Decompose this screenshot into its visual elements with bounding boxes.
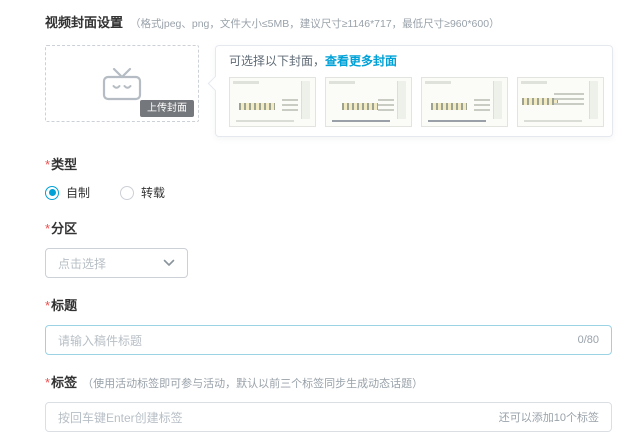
thumbnail-detail: [239, 103, 275, 110]
thumbnail-detail: [378, 99, 394, 111]
cover-thumbnail[interactable]: [421, 77, 508, 127]
radio-icon[interactable]: [45, 186, 59, 200]
radio-label: 转载: [141, 184, 165, 201]
cover-thumbnail[interactable]: [517, 77, 604, 127]
thumbnail-detail: [236, 120, 294, 122]
radio-label: 自制: [66, 184, 90, 201]
radio-icon[interactable]: [120, 186, 134, 200]
required-mark: *: [45, 157, 50, 172]
cover-thumbnail[interactable]: [229, 77, 316, 127]
thumbnail-detail: [474, 99, 490, 111]
cover-settings-title: 视频封面设置: [45, 12, 123, 31]
tags-input[interactable]: 按回车键Enter创建标签 还可以添加10个标签: [45, 402, 612, 432]
title-input-placeholder: 请输入稿件标题: [58, 332, 142, 349]
type-radio-option[interactable]: 转载: [120, 184, 165, 201]
cover-format-note: （格式jpeg、png，文件大小≤5MB，建议尺寸≥1146*717，最低尺寸≥…: [130, 16, 500, 31]
title-field-label: *标题: [45, 295, 612, 314]
thumbnail-detail: [522, 98, 558, 105]
tags-label-text: 标签: [51, 375, 77, 390]
upload-cover-button[interactable]: 上传封面: [140, 100, 194, 117]
tags-remaining-note: 还可以添加10个标签: [499, 409, 599, 425]
type-radio-group: 自制 转载: [45, 184, 612, 201]
category-select-placeholder: 点击选择: [58, 255, 106, 272]
cover-picker-text: 可选择以下封面，查看更多封面: [229, 53, 604, 69]
tv-icon: [99, 66, 145, 102]
video-submit-page: 视频封面设置 （格式jpeg、png，文件大小≤5MB，建议尺寸≥1146*71…: [0, 0, 640, 447]
cover-section: 上传封面 可选择以下封面，查看更多封面: [45, 45, 612, 137]
thumbnail-detail: [554, 93, 584, 105]
category-label-text: 分区: [51, 221, 77, 236]
required-mark: *: [45, 298, 50, 313]
title-char-counter: 0/80: [578, 334, 599, 346]
thumbnail-detail: [431, 103, 467, 110]
type-field-label: *类型: [45, 154, 612, 173]
tags-input-placeholder: 按回车键Enter创建标签: [58, 409, 183, 426]
cover-thumbnail[interactable]: [325, 77, 412, 127]
category-select[interactable]: 点击选择: [45, 248, 188, 278]
category-field-label: *分区: [45, 218, 612, 237]
cover-thumbnail-strip: [229, 77, 604, 127]
thumbnail-detail: [282, 99, 298, 111]
thumbnail-detail: [428, 120, 486, 122]
cover-picker-bubble: 可选择以下封面，查看更多封面: [215, 45, 613, 137]
tags-label-note: （使用活动标签即可参与活动，默认以前三个标签同步生成动态话题）: [82, 378, 423, 390]
thumbnail-detail: [332, 120, 390, 122]
required-mark: *: [45, 221, 50, 236]
type-radio-option[interactable]: 自制: [45, 184, 90, 201]
chevron-down-icon: [163, 259, 175, 267]
thumbnail-detail: [524, 120, 582, 122]
type-label-text: 类型: [51, 157, 77, 172]
title-input[interactable]: 请输入稿件标题 0/80: [45, 325, 612, 355]
view-more-covers-link[interactable]: 查看更多封面: [325, 54, 397, 68]
cover-upload-dropzone[interactable]: 上传封面: [45, 45, 199, 122]
cover-picker-prefix: 可选择以下封面，: [229, 54, 325, 68]
required-mark: *: [45, 375, 50, 390]
bubble-arrow: [208, 76, 224, 92]
thumbnail-detail: [342, 103, 378, 110]
tags-field-label: *标签 （使用活动标签即可参与活动，默认以前三个标签同步生成动态话题）: [45, 372, 612, 391]
cover-settings-header: 视频封面设置 （格式jpeg、png，文件大小≤5MB，建议尺寸≥1146*71…: [45, 12, 612, 31]
title-label-text: 标题: [51, 298, 77, 313]
